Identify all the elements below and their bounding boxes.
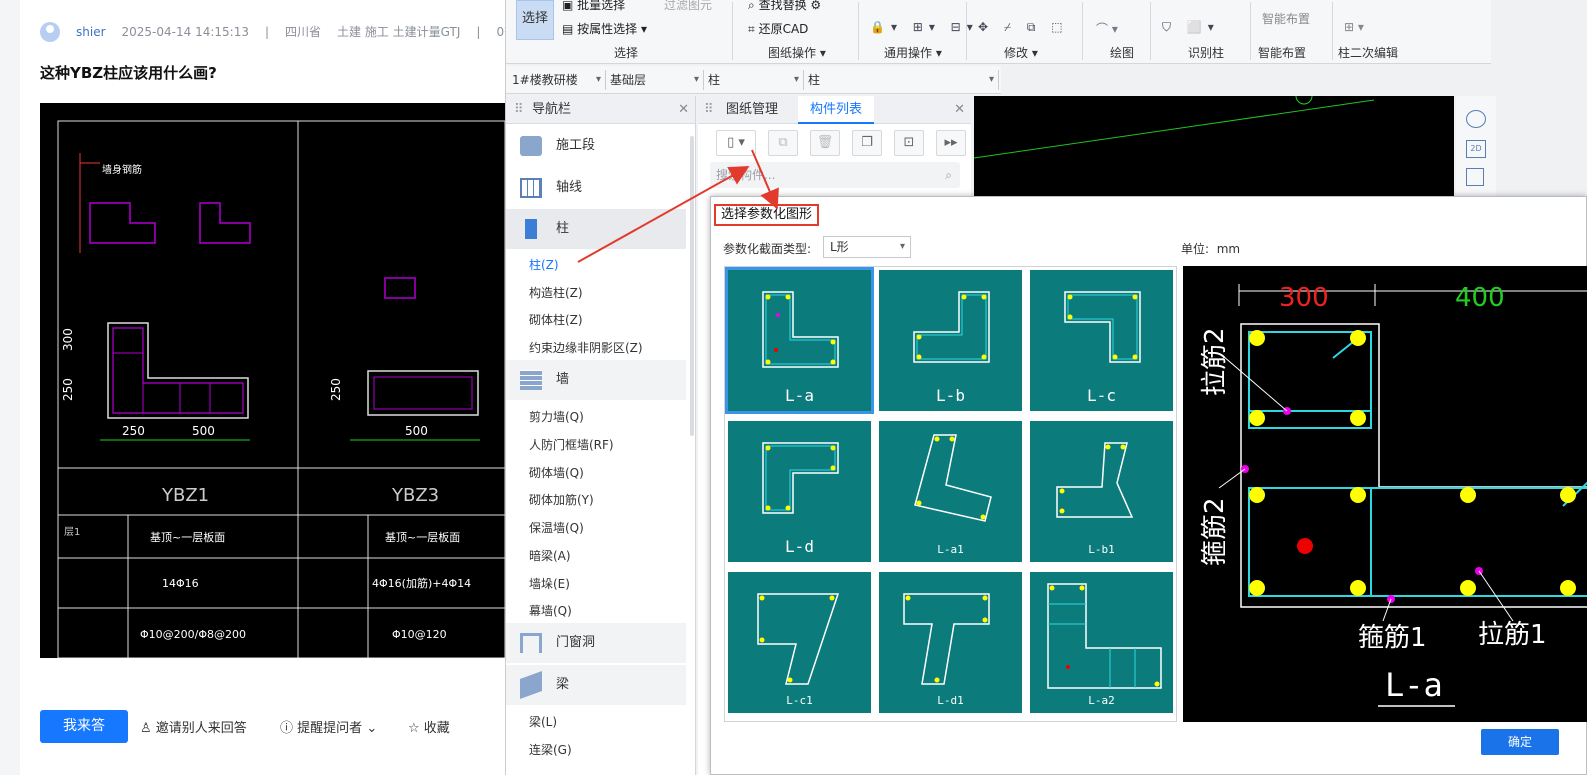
screenshot-root: shier 2025-04-14 14:15:13 | 四川省 土建 施工 土建计量GT… — [0, 0, 1587, 775]
annotation-arrows — [577, 149, 779, 263]
